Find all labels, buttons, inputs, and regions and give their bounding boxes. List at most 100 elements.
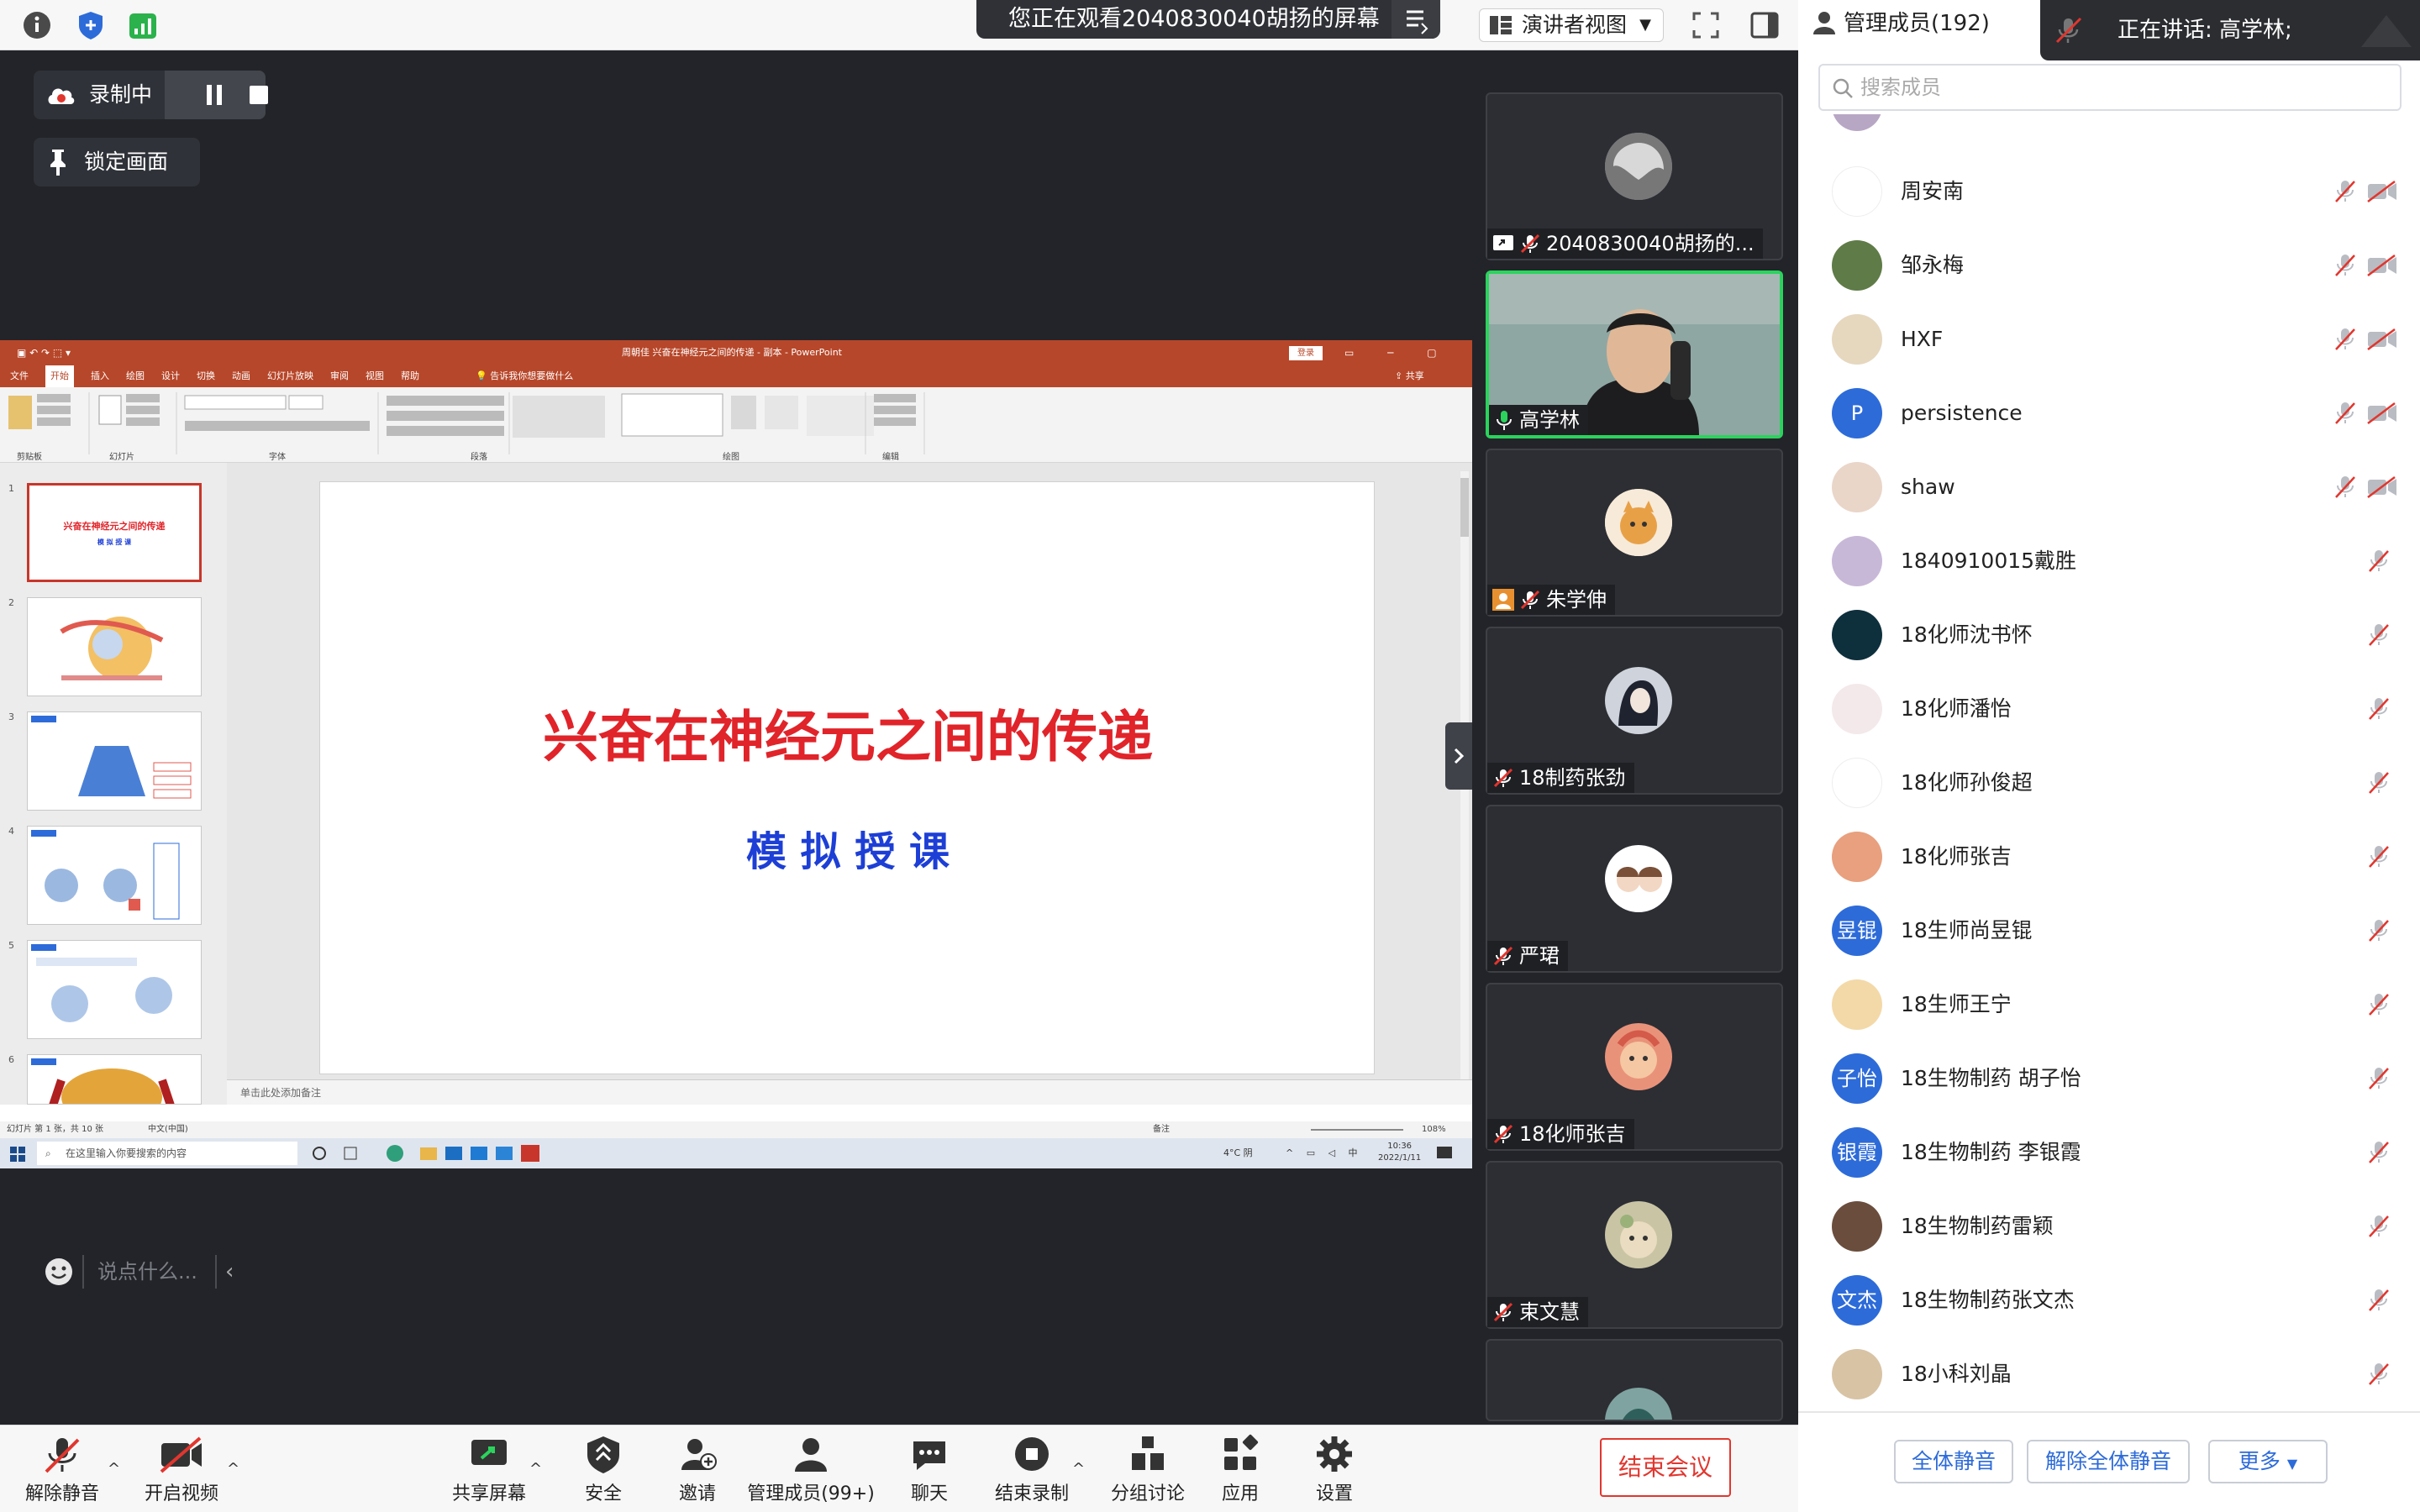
info-icon[interactable] [20,8,54,42]
video-off-icon[interactable] [2366,326,2398,351]
chat-input[interactable]: 说点什么... [97,1255,197,1289]
chevron-up-icon[interactable]: ^ [1072,1460,1085,1478]
mic-muted-icon[interactable] [2366,917,2391,942]
member-row[interactable]: 周安南 [1798,155,2420,228]
ppt-tab[interactable]: 帮助 [401,365,419,387]
ppt-scroll-thumb[interactable] [1460,478,1469,537]
chevron-up-icon[interactable]: ^ [227,1460,239,1478]
breakout-rooms-button[interactable]: 分组讨论 [1097,1433,1198,1509]
member-row[interactable]: 18化师张吉 [1798,820,2420,894]
member-row[interactable]: 18小科刘晶 [1798,1337,2420,1411]
ppt-login-button[interactable]: 登录 [1289,346,1323,360]
video-off-icon[interactable] [2366,400,2398,425]
mic-muted-icon[interactable] [2366,548,2391,573]
member-row[interactable]: 银霞 18生物制药 李银霞 [1798,1116,2420,1189]
share-screen-button[interactable]: 共享屏幕 [439,1433,539,1509]
pause-recording-icon[interactable] [198,82,232,108]
ppt-tab[interactable]: 审阅 [330,365,349,387]
mic-muted-icon[interactable] [2366,696,2391,721]
ppt-share-button[interactable]: ⇪ 共享 [1395,365,1424,387]
member-row[interactable]: shaw [1798,450,2420,524]
mic-muted-icon[interactable] [2366,1361,2391,1386]
video-tile[interactable]: 朱学伸 [1486,449,1783,617]
video-tile[interactable]: 18化师张吉 [1486,983,1783,1151]
taskbar-tray-icons[interactable]: ^ ▭ ◁ 中 [1286,1138,1363,1168]
banner-menu-button[interactable] [1392,0,1440,39]
chat-button[interactable]: 聊天 [879,1433,980,1509]
end-meeting-button[interactable]: 结束会议 [1600,1438,1731,1497]
ppt-tab[interactable]: 文件 [10,365,29,387]
ppt-current-slide[interactable]: 兴奋在神经元之间的传递 模 拟 授 课 [319,481,1375,1074]
member-search-input[interactable]: 搜索成员 [1818,64,2402,111]
video-tile[interactable]: 严珺 [1486,805,1783,973]
video-tile[interactable]: 2040830040胡扬的... [1486,92,1783,260]
chevron-up-icon[interactable]: ^ [529,1460,542,1478]
emoji-icon[interactable] [44,1257,74,1287]
unmute-button[interactable]: 解除静音 [12,1433,113,1509]
chat-collapse-icon[interactable]: ‹ [225,1255,234,1289]
collapse-gallery-button[interactable] [1445,722,1472,790]
windows-start-icon[interactable] [10,1147,25,1162]
ppt-notes-pane[interactable]: 单击此处添加备注 [227,1079,1472,1105]
mic-muted-icon[interactable] [2333,178,2358,203]
chevron-up-icon[interactable]: ^ [108,1460,120,1478]
mic-muted-icon[interactable] [2366,1065,2391,1090]
video-tile[interactable]: 束文慧 [1486,1161,1783,1329]
view-mode-dropdown[interactable]: 演讲者视图 ▼ [1479,8,1664,42]
member-row[interactable]: 18化师沈书怀 [1798,598,2420,672]
taskbar-app-icons[interactable] [311,1143,588,1163]
mic-muted-icon[interactable] [2366,769,2391,795]
ppt-tab[interactable]: 动画 [232,365,250,387]
video-tile[interactable]: 18制药张劲 [1486,627,1783,795]
slide-thumb-2[interactable] [27,597,202,696]
member-row[interactable]: Ppersistence [1798,376,2420,450]
lock-screen-button[interactable]: 锁定画面 [34,138,200,186]
start-video-button[interactable]: 开启视频 [131,1433,232,1509]
mic-muted-icon[interactable] [2333,474,2358,499]
ppt-tab[interactable]: 插入 [91,365,109,387]
member-row[interactable]: 18生物制药雷颖 [1798,1189,2420,1263]
mic-muted-icon[interactable] [2366,1139,2391,1164]
ppt-tab[interactable]: 设计 [161,365,180,387]
video-off-icon[interactable] [2366,178,2398,203]
member-row[interactable]: 昱锟 18生师尚昱锟 [1798,894,2420,968]
mic-muted-icon[interactable] [2366,622,2391,647]
stop-recording-button[interactable]: 结束录制 [981,1433,1082,1509]
stop-recording-icon[interactable] [247,82,272,108]
settings-button[interactable]: 设置 [1284,1433,1385,1509]
fullscreen-icon[interactable] [1689,8,1723,42]
manage-participants-button[interactable]: 管理成员(99+) [739,1433,882,1509]
mic-muted-icon[interactable] [2333,252,2358,277]
mute-all-button[interactable]: 全体静音 [1894,1440,2013,1483]
ppt-tab[interactable]: 切换 [197,365,215,387]
signal-strength-icon[interactable] [126,8,160,42]
ppt-tell-me[interactable]: 💡 告诉我你想要做什么 [476,365,573,387]
member-row[interactable]: 文杰 18生物制药张文杰 [1798,1263,2420,1337]
video-off-icon[interactable] [2366,252,2398,277]
mic-muted-icon[interactable] [2366,843,2391,869]
video-tile-active-speaker[interactable]: 高学林 [1486,270,1783,438]
ppt-tab[interactable]: 绘图 [126,365,145,387]
member-row[interactable]: 子怡 18生物制药 胡子怡 [1798,1042,2420,1116]
security-button[interactable]: 安全 [553,1433,654,1509]
member-row[interactable]: 18生师王宁 [1798,968,2420,1042]
sidebar-toggle-icon[interactable] [1748,8,1781,42]
ppt-tab[interactable]: 视图 [366,365,384,387]
ppt-zoom-slider[interactable] [1311,1129,1403,1131]
member-row[interactable]: 18化师潘怡 [1798,672,2420,746]
slide-thumb-5[interactable] [27,940,202,1039]
mic-muted-icon[interactable] [2366,1213,2391,1238]
member-row[interactable]: 邹永梅 [1798,228,2420,302]
mic-muted-icon[interactable] [2366,1287,2391,1312]
ppt-tab[interactable]: 开始 [45,365,74,387]
slide-thumb-3[interactable] [27,711,202,811]
member-row[interactable]: HXF [1798,302,2420,376]
member-row[interactable]: 18化师孙俊超 [1798,746,2420,820]
apps-button[interactable]: 应用 [1190,1433,1291,1509]
slide-thumb-4[interactable] [27,826,202,925]
ppt-status-notes[interactable]: 备注 [1153,1121,1170,1138]
mic-muted-icon[interactable] [2366,991,2391,1016]
notification-icon[interactable] [1437,1147,1452,1160]
ppt-tab[interactable]: 幻灯片放映 [267,365,313,387]
mic-muted-icon[interactable] [2333,400,2358,425]
